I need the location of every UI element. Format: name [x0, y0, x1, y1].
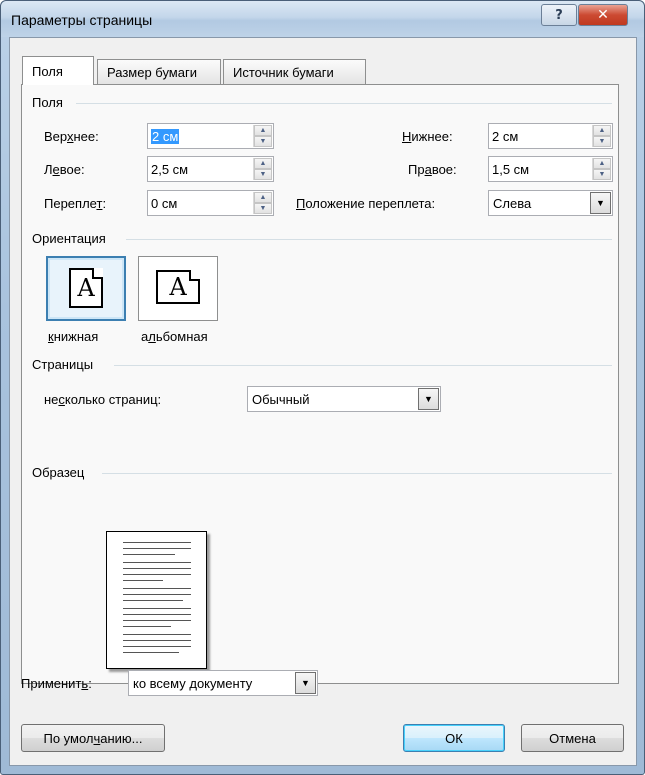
title-bar[interactable]: Параметры страницы ? ✕: [1, 1, 644, 37]
margins-group-title: Поля: [32, 95, 63, 110]
spin-up-icon[interactable]: ▲: [254, 125, 272, 136]
spin-down-icon[interactable]: ▼: [254, 203, 272, 214]
ok-button[interactable]: ОК: [403, 724, 505, 752]
landscape-page-icon: A: [156, 270, 200, 304]
margins-panel: Поля Верхнее: 2 см ▲ ▼ Нижнее: 2 см ▲ ▼ Ле…: [21, 84, 619, 684]
gutter-label: Переплет:: [44, 196, 107, 211]
set-default-button[interactable]: По умол ч анию...: [21, 724, 165, 752]
chevron-down-icon[interactable]: ▼: [590, 192, 611, 214]
left-margin-spinner[interactable]: 2,5 см ▲ ▼: [147, 156, 274, 182]
help-button[interactable]: ?: [541, 4, 577, 26]
top-margin-value[interactable]: 2 см: [151, 129, 180, 144]
help-icon: ?: [555, 7, 563, 23]
bottom-margin-value[interactable]: 2 см: [492, 129, 518, 144]
group-divider: [76, 103, 612, 104]
apply-to-select[interactable]: ко всему документу ▼: [128, 670, 318, 696]
group-divider: [126, 239, 612, 240]
spin-down-icon[interactable]: ▼: [254, 136, 272, 147]
gutter-value[interactable]: 0 см: [151, 196, 177, 211]
spin-up-icon[interactable]: ▲: [593, 158, 611, 169]
left-margin-label: Левое:: [44, 162, 85, 177]
right-margin-spinner[interactable]: 1,5 см ▲ ▼: [488, 156, 613, 182]
tab-paper-size[interactable]: Размер бумаги: [97, 59, 221, 84]
group-divider: [114, 365, 612, 366]
top-margin-label: Верхнее:: [44, 129, 99, 144]
preview-group-title: Образец: [32, 465, 85, 480]
spin-up-icon[interactable]: ▲: [254, 192, 272, 203]
multiple-pages-select[interactable]: Обычный ▼: [247, 386, 441, 412]
left-margin-value[interactable]: 2,5 см: [151, 162, 188, 177]
close-button[interactable]: ✕: [578, 4, 628, 26]
tab-paper-source[interactable]: Источник бумаги: [223, 59, 366, 84]
bottom-margin-spinner[interactable]: 2 см ▲ ▼: [488, 123, 613, 149]
bottom-margin-label: Нижнее:: [402, 129, 453, 144]
cancel-button[interactable]: Отмена: [521, 724, 624, 752]
portrait-button[interactable]: A: [46, 256, 126, 321]
landscape-button[interactable]: A: [138, 256, 218, 321]
group-divider: [102, 473, 612, 474]
spin-down-icon[interactable]: ▼: [593, 169, 611, 180]
dialog-title: Параметры страницы: [11, 12, 153, 28]
pages-group-title: Страницы: [32, 357, 94, 372]
dialog-body: Поля Размер бумаги Источник бумаги Поля …: [9, 37, 637, 766]
gutter-position-select[interactable]: Слева ▼: [488, 190, 613, 216]
page-preview: [106, 531, 207, 669]
multiple-pages-label: несколько страниц:: [44, 392, 162, 407]
page-setup-dialog: Параметры страницы ? ✕ Поля Размер бумаг…: [0, 0, 645, 775]
right-margin-value[interactable]: 1,5 см: [492, 162, 529, 177]
chevron-down-icon[interactable]: ▼: [295, 672, 316, 694]
close-icon: ✕: [597, 7, 609, 23]
spin-up-icon[interactable]: ▲: [254, 158, 272, 169]
chevron-down-icon[interactable]: ▼: [418, 388, 439, 410]
portrait-page-icon: A: [69, 268, 103, 308]
tab-margins[interactable]: Поля: [22, 56, 94, 85]
apply-to-label: Применить:: [21, 676, 92, 691]
multiple-pages-value: Обычный: [252, 392, 310, 407]
orientation-group-title: Ориентация: [32, 231, 106, 246]
gutter-position-value: Слева: [493, 196, 532, 211]
right-margin-label: Правое:: [408, 162, 457, 177]
spin-down-icon[interactable]: ▼: [593, 136, 611, 147]
spin-down-icon[interactable]: ▼: [254, 169, 272, 180]
gutter-position-label: Положение переплета:: [296, 196, 436, 211]
top-margin-spinner[interactable]: 2 см ▲ ▼: [147, 123, 274, 149]
spin-up-icon[interactable]: ▲: [593, 125, 611, 136]
apply-to-value: ко всему документу: [133, 676, 253, 691]
landscape-label[interactable]: альбомная: [141, 329, 208, 344]
gutter-spinner[interactable]: 0 см ▲ ▼: [147, 190, 274, 216]
portrait-label[interactable]: книжная: [48, 329, 98, 344]
